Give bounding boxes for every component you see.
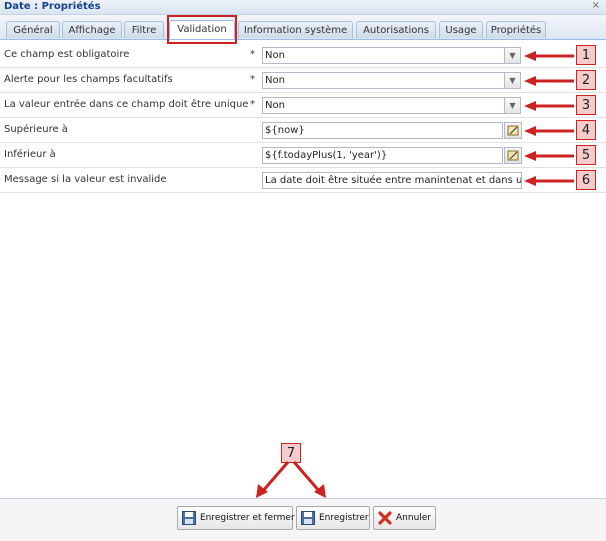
- select-value: Non: [265, 100, 285, 111]
- expression-editor-icon[interactable]: [504, 147, 522, 164]
- callout-badge: 1: [576, 45, 596, 65]
- required-marker: *: [250, 99, 255, 110]
- field-label: Inférieur à: [4, 149, 56, 160]
- save-and-close-button[interactable]: Enregistrer et fermer: [177, 506, 295, 530]
- field-label: La valeur entrée dans ce champ doit être…: [4, 99, 249, 110]
- floppy-disk-icon: [301, 511, 315, 525]
- callout-arrow-icon: [256, 461, 326, 498]
- alerte-select[interactable]: Non ▼: [262, 72, 521, 89]
- tab-proprietes[interactable]: Propriétés: [486, 21, 546, 38]
- callout-badge: 5: [576, 145, 596, 165]
- tab-bar: Général Affichage Filtre Validation Info…: [0, 15, 606, 40]
- callout-badge: 3: [576, 95, 596, 115]
- button-label: Enregistrer: [319, 513, 369, 523]
- field-row-message: Message si la valeur est invalide La dat…: [0, 168, 606, 193]
- window-titlebar: Date : Propriétés ×: [0, 0, 606, 15]
- required-marker: *: [250, 74, 255, 85]
- obligatoire-select[interactable]: Non ▼: [262, 47, 521, 64]
- callout-arrow-icon: [524, 176, 574, 186]
- field-row-inferieur: Inférieur à ${f.todayPlus(1, 'year')}: [0, 143, 606, 168]
- inferieur-input[interactable]: ${f.todayPlus(1, 'year')}: [262, 147, 503, 164]
- cancel-button[interactable]: Annuler: [373, 506, 436, 530]
- field-label: Ce champ est obligatoire: [4, 49, 130, 60]
- floppy-disk-icon: [182, 511, 196, 525]
- field-row-unique: La valeur entrée dans ce champ doit être…: [0, 93, 606, 118]
- callout-arrow-icon: [524, 126, 574, 136]
- save-button[interactable]: Enregistrer: [296, 506, 370, 530]
- field-row-obligatoire: Ce champ est obligatoire * Non ▼: [0, 43, 606, 68]
- required-marker: *: [250, 49, 255, 60]
- field-row-alerte: Alerte pour les champs facultatifs * Non…: [0, 68, 606, 93]
- field-label: Alerte pour les champs facultatifs: [4, 74, 173, 85]
- callout-arrow-icon: [524, 151, 574, 161]
- select-value: Non: [265, 75, 285, 86]
- button-label: Annuler: [396, 513, 432, 523]
- select-value: Non: [265, 50, 285, 61]
- tab-autorisations[interactable]: Autorisations: [356, 21, 436, 38]
- field-label: Supérieure à: [4, 124, 68, 135]
- callout-arrow-icon: [524, 51, 574, 61]
- chevron-down-icon[interactable]: ▼: [504, 48, 520, 63]
- tab-filtre[interactable]: Filtre: [124, 21, 164, 38]
- button-label: Enregistrer et fermer: [200, 513, 295, 523]
- callout-arrow-icon: [524, 76, 574, 86]
- close-x-icon: [378, 511, 392, 525]
- active-tab-highlight: [167, 15, 237, 44]
- tab-information-systeme[interactable]: Information système: [238, 21, 353, 38]
- tab-usage[interactable]: Usage: [439, 21, 483, 38]
- expression-editor-icon[interactable]: [504, 122, 522, 139]
- message-input[interactable]: La date doit être située entre manintena…: [262, 172, 522, 189]
- superieure-input[interactable]: ${now}: [262, 122, 503, 139]
- callout-arrow-icon: [524, 101, 574, 111]
- chevron-down-icon[interactable]: ▼: [504, 98, 520, 113]
- window-title: Date : Propriétés: [4, 1, 101, 12]
- field-label: Message si la valeur est invalide: [4, 174, 167, 185]
- field-row-superieure: Supérieure à ${now}: [0, 118, 606, 143]
- tab-general[interactable]: Général: [6, 21, 60, 38]
- tab-affichage[interactable]: Affichage: [62, 21, 122, 38]
- callout-badge: 6: [576, 170, 596, 190]
- unique-select[interactable]: Non ▼: [262, 97, 521, 114]
- close-icon[interactable]: ×: [592, 0, 600, 11]
- callout-badge: 4: [576, 120, 596, 140]
- callout-badge: 2: [576, 70, 596, 90]
- chevron-down-icon[interactable]: ▼: [504, 73, 520, 88]
